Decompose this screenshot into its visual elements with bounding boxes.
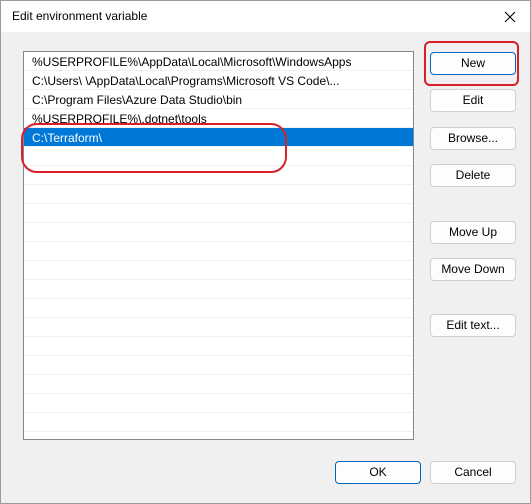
annotation-highlight-new <box>424 41 519 86</box>
list-item-text: C:\Users\ \AppData\Local\Programs\Micros… <box>32 74 340 88</box>
close-button[interactable] <box>490 1 530 32</box>
list-item-empty[interactable] <box>24 185 413 204</box>
list-item-empty[interactable] <box>24 394 413 413</box>
title-bar: Edit environment variable <box>1 1 530 32</box>
list-item-empty[interactable] <box>24 280 413 299</box>
delete-button[interactable]: Delete <box>430 164 516 187</box>
list-item-empty[interactable] <box>24 223 413 242</box>
list-item[interactable]: C:\Program Files\Azure Data Studio\bin <box>24 90 413 109</box>
edit-button[interactable]: Edit <box>430 89 516 112</box>
move-down-button[interactable]: Move Down <box>430 258 516 281</box>
move-up-button[interactable]: Move Up <box>430 221 516 244</box>
list-item-empty[interactable] <box>24 261 413 280</box>
list-item-empty[interactable] <box>24 242 413 261</box>
list-item-text: C:\Program Files\Azure Data Studio\bin <box>32 93 243 107</box>
browse-button[interactable]: Browse... <box>430 127 516 150</box>
ok-button[interactable]: OK <box>335 461 421 484</box>
list-item-empty[interactable] <box>24 375 413 394</box>
list-item-empty[interactable] <box>24 337 413 356</box>
list-item-empty[interactable] <box>24 204 413 223</box>
cancel-button[interactable]: Cancel <box>430 461 516 484</box>
list-item-empty[interactable] <box>24 413 413 432</box>
list-item-empty[interactable] <box>24 318 413 337</box>
list-item[interactable]: %USERPROFILE%\AppData\Local\Microsoft\Wi… <box>24 52 413 71</box>
close-icon <box>504 11 516 22</box>
path-list[interactable]: %USERPROFILE%\AppData\Local\Microsoft\Wi… <box>23 51 414 440</box>
list-item[interactable]: C:\Users\ \AppData\Local\Programs\Micros… <box>24 71 413 90</box>
list-item-text: %USERPROFILE%\AppData\Local\Microsoft\Wi… <box>32 55 352 69</box>
edit-text-button[interactable]: Edit text... <box>430 314 516 337</box>
list-item-empty[interactable] <box>24 299 413 318</box>
annotation-highlight-terraform <box>21 123 287 173</box>
dialog-title: Edit environment variable <box>12 9 148 23</box>
edit-environment-variable-dialog: Edit environment variable %USERPROFILE%\… <box>0 0 531 504</box>
list-item-empty[interactable] <box>24 356 413 375</box>
